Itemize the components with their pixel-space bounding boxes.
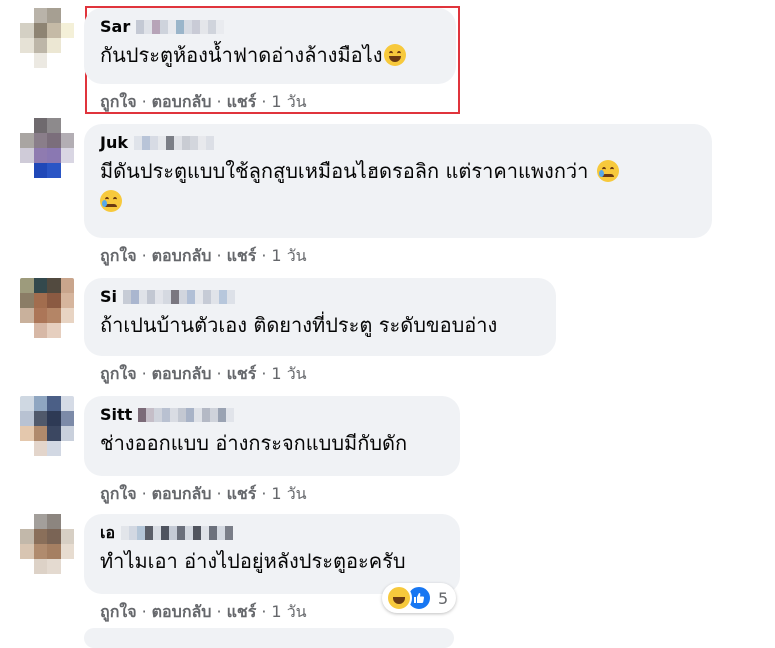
reaction-summary[interactable]: 5: [382, 583, 457, 613]
comment-author[interactable]: Sitt: [100, 405, 444, 425]
comment-actions: ถูกใจ · ตอบกลับ · แชร์ · 1 วัน: [100, 602, 307, 621]
share-link[interactable]: แชร์: [227, 484, 257, 503]
author-name-blur: [137, 408, 234, 422]
like-link[interactable]: ถูกใจ: [100, 484, 137, 503]
like-link[interactable]: ถูกใจ: [100, 364, 137, 383]
comment-text: ช่างออกแบบ อ่างกระจกแบบมีกับดัก: [100, 431, 408, 455]
avatar[interactable]: [20, 514, 74, 574]
share-link[interactable]: แชร์: [227, 92, 257, 111]
timestamp[interactable]: 1 วัน: [271, 92, 306, 111]
timestamp[interactable]: 1 วัน: [271, 484, 306, 503]
comment-bubble: Juk มีดันประตูแบบใช้ลูกสูบเหมือนไฮดรอลิก…: [84, 124, 712, 238]
author-name-blur: [133, 136, 214, 150]
like-link[interactable]: ถูกใจ: [100, 246, 137, 265]
comment-actions: ถูกใจ · ตอบกลับ · แชร์ · 1 วัน: [100, 246, 307, 265]
like-link[interactable]: ถูกใจ: [100, 92, 137, 111]
sad-but-relieved-face-icon: [100, 190, 122, 212]
author-name-blur: [120, 526, 233, 540]
comment-actions: ถูกใจ · ตอบกลับ · แชร์ · 1 วัน: [100, 364, 307, 383]
comment-actions: ถูกใจ · ตอบกลับ · แชร์ · 1 วัน: [100, 484, 307, 503]
avatar[interactable]: [20, 396, 74, 456]
comment-author[interactable]: เอ: [100, 523, 444, 543]
comment-text: มีดันประตูแบบใช้ลูกสูบเหมือนไฮดรอลิก แต่…: [100, 156, 690, 216]
share-link[interactable]: แชร์: [227, 246, 257, 265]
comment-text: ทำไมเอา อ่างไปอยู่หลังประตูอะครับ: [100, 549, 406, 573]
timestamp[interactable]: 1 วัน: [271, 246, 306, 265]
author-name-blur: [122, 290, 235, 304]
share-link[interactable]: แชร์: [227, 602, 257, 621]
timestamp[interactable]: 1 วัน: [271, 364, 306, 383]
reply-link[interactable]: ตอบกลับ: [152, 246, 212, 265]
author-name-blur: [135, 20, 224, 34]
like-link[interactable]: ถูกใจ: [100, 602, 137, 621]
timestamp[interactable]: 1 วัน: [271, 602, 306, 621]
comment-bubble: Sar กันประตูห้องน้ำฟาดอ่างล้างมือไง: [84, 8, 456, 84]
avatar[interactable]: [20, 8, 74, 68]
sad-but-relieved-face-icon: [596, 160, 619, 182]
comment-bubble: Si ถ้าเปนบ้านตัวเอง ติดยางที่ประตู ระดับ…: [84, 278, 556, 356]
reply-link[interactable]: ตอบกลับ: [152, 92, 212, 111]
comment-actions: ถูกใจ · ตอบกลับ · แชร์ · 1 วัน: [100, 92, 307, 111]
share-link[interactable]: แชร์: [227, 364, 257, 383]
reply-link[interactable]: ตอบกลับ: [152, 364, 212, 383]
grinning-squinting-face-icon: [384, 44, 407, 66]
reply-link[interactable]: ตอบกลับ: [152, 484, 212, 503]
comment-author[interactable]: Si: [100, 287, 540, 307]
comment-author[interactable]: Sar: [100, 17, 440, 37]
comment-bubble: [84, 628, 454, 648]
comment-bubble: เอ ทำไมเอา อ่างไปอยู่หลังประตูอะครับ: [84, 514, 460, 594]
haha-icon: [386, 585, 412, 611]
comment-bubble: Sitt ช่างออกแบบ อ่างกระจกแบบมีกับดัก: [84, 396, 460, 476]
avatar[interactable]: [20, 118, 74, 178]
comment-text: ถ้าเปนบ้านตัวเอง ติดยางที่ประตู ระดับขอบ…: [100, 313, 498, 337]
comment-author[interactable]: Juk: [100, 133, 696, 153]
reaction-count: 5: [438, 588, 449, 608]
comment-text: กันประตูห้องน้ำฟาดอ่างล้างมือไง: [100, 40, 440, 70]
reply-link[interactable]: ตอบกลับ: [152, 602, 212, 621]
avatar[interactable]: [20, 278, 74, 338]
